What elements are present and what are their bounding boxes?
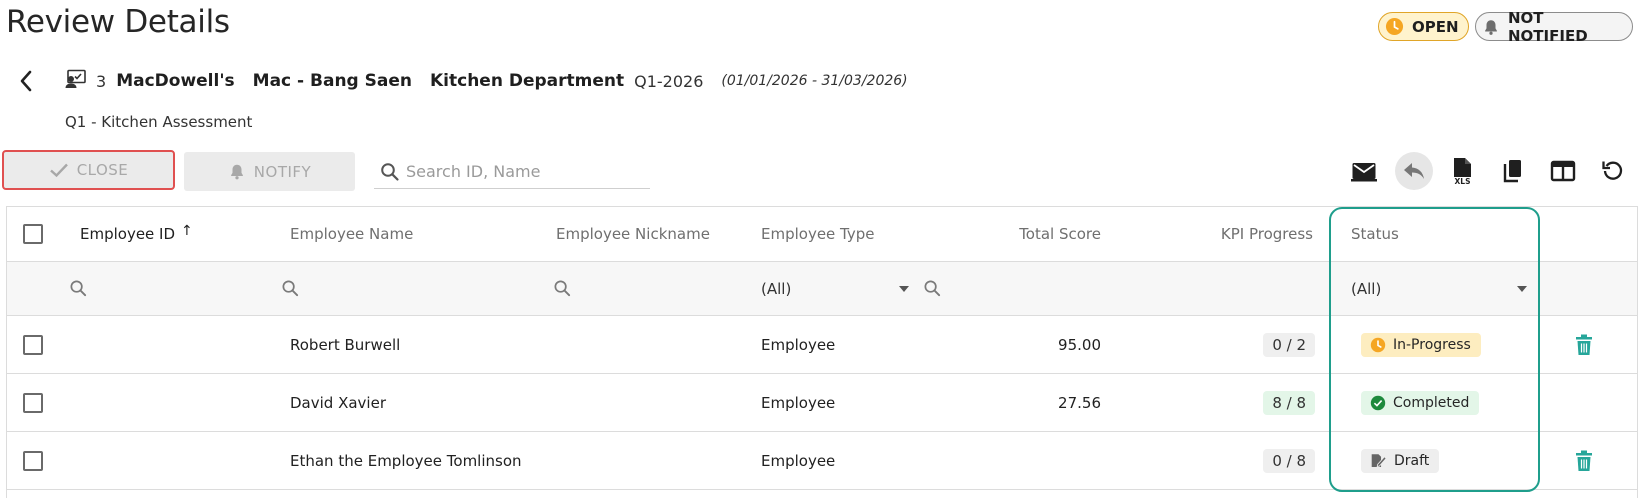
refresh-button[interactable] [1594,152,1632,190]
email-icon [1351,163,1377,182]
notify-button[interactable]: NOTIFY [184,152,355,191]
back-button[interactable] [14,67,38,95]
search-icon [282,280,299,297]
page-title: Review Details [6,4,230,40]
total-score [967,432,1101,489]
row-checkbox[interactable] [23,374,43,431]
table-row[interactable]: David Xavier Employee 27.56 8 / 8 Comple… [7,374,1637,432]
chevron-left-icon [20,70,32,92]
review-context: 3 MacDowell's Mac - Bang Saen Kitchen De… [64,68,908,94]
columns-icon [1550,160,1576,182]
employee-type: Employee [761,393,836,412]
column-header-kpi-progress[interactable]: KPI Progress [1167,207,1313,261]
trash-icon [1576,334,1592,355]
employee-type: Employee [761,451,836,470]
dropdown-arrow-icon [899,285,909,292]
total-score: 27.56 [1058,393,1101,412]
table-row[interactable]: Ethan the Employee Tomlinson Employee 0 … [7,432,1637,490]
employee-name: David Xavier [290,393,386,412]
search-icon [554,280,571,297]
delete-button[interactable] [1575,432,1593,489]
table-header-row: Employee ID ↑ Employee Name Employee Nic… [7,207,1637,262]
filter-employee-type-select[interactable]: (All) [761,262,909,315]
filter-employee-nickname[interactable] [553,262,572,315]
assignment-icon [64,69,88,94]
assessment-name: Q1 - Kitchen Assessment [65,113,253,131]
notify-button-label: NOTIFY [253,162,312,181]
column-header-status[interactable]: Status [1351,207,1399,261]
total-score: 95.00 [1058,335,1101,354]
employee-name: Ethan the Employee Tomlinson [290,451,522,470]
close-button-label: CLOSE [76,161,129,179]
filter-row: (All) (All) [7,262,1637,316]
kpi-progress: 8 / 8 [1167,374,1315,431]
company-name: MacDowell's [116,71,235,91]
delete-button[interactable] [1575,316,1593,373]
status-badge: In-Progress [1361,316,1481,373]
kpi-progress: 0 / 8 [1167,432,1315,489]
xls-export-icon: XLS [1454,158,1471,185]
undo-button[interactable] [1395,152,1433,190]
employee-name: Robert Burwell [290,335,401,354]
branch-name: Mac - Bang Saen [252,71,412,91]
close-button[interactable]: CLOSE [2,150,175,190]
clock-icon [1370,337,1386,352]
search-icon [70,280,87,297]
check-icon [49,163,68,178]
select-all-checkbox[interactable] [23,207,43,261]
bell-icon [230,164,243,180]
undo-icon [1404,163,1424,179]
column-header-employee-type[interactable]: Employee Type [761,207,875,261]
status-chip-label: OPEN [1412,17,1459,36]
review-date-range: (01/01/2026 - 31/03/2026) [721,73,908,89]
bell-icon [1482,17,1500,36]
column-header-employee-name[interactable]: Employee Name [290,207,413,261]
email-button[interactable] [1346,152,1384,190]
dropdown-arrow-icon [1517,285,1527,292]
reviewer-count: 3 [96,71,107,91]
filter-status-select[interactable]: (All) [1351,262,1527,315]
filter-employee-name[interactable] [281,262,300,315]
status-badge: Completed [1361,374,1480,431]
search-icon [381,162,399,181]
notification-chip-label: NOT NOTIFIED [1508,8,1588,45]
columns-button[interactable] [1544,152,1582,190]
review-period: Q1-2026 [634,71,704,91]
search-icon [924,280,941,297]
draft-icon [1371,453,1387,467]
row-checkbox[interactable] [23,316,43,373]
employee-table: Employee ID ↑ Employee Name Employee Nic… [6,206,1638,498]
kpi-progress: 0 / 2 [1167,316,1315,373]
column-header-employee-nickname[interactable]: Employee Nickname [556,207,710,261]
status-chip-open: OPEN [1378,12,1469,41]
column-header-employee-id[interactable]: Employee ID ↑ [80,207,193,261]
check-circle-icon [1370,395,1386,410]
search-input[interactable] [406,162,636,181]
copy-icon [1503,160,1521,183]
department-name: Kitchen Department [429,71,625,91]
copy-button[interactable] [1494,152,1532,190]
employee-type: Employee [761,335,836,354]
notification-chip: NOT NOTIFIED [1475,9,1633,45]
xls-export-button[interactable]: XLS [1444,152,1482,190]
sort-ascending-icon: ↑ [181,223,193,239]
row-checkbox[interactable] [23,432,43,489]
filter-employee-id[interactable] [69,262,88,315]
clock-icon [1385,17,1404,36]
filter-employee-type-search[interactable] [923,262,942,315]
svg-text:XLS: XLS [1455,177,1471,185]
table-row[interactable]: Robert Burwell Employee 95.00 0 / 2 In-P… [7,316,1637,374]
column-header-total-score[interactable]: Total Score [967,207,1101,261]
refresh-icon [1602,161,1623,180]
trash-icon [1576,450,1592,471]
status-badge: Draft [1361,432,1440,489]
search-box [374,155,650,189]
